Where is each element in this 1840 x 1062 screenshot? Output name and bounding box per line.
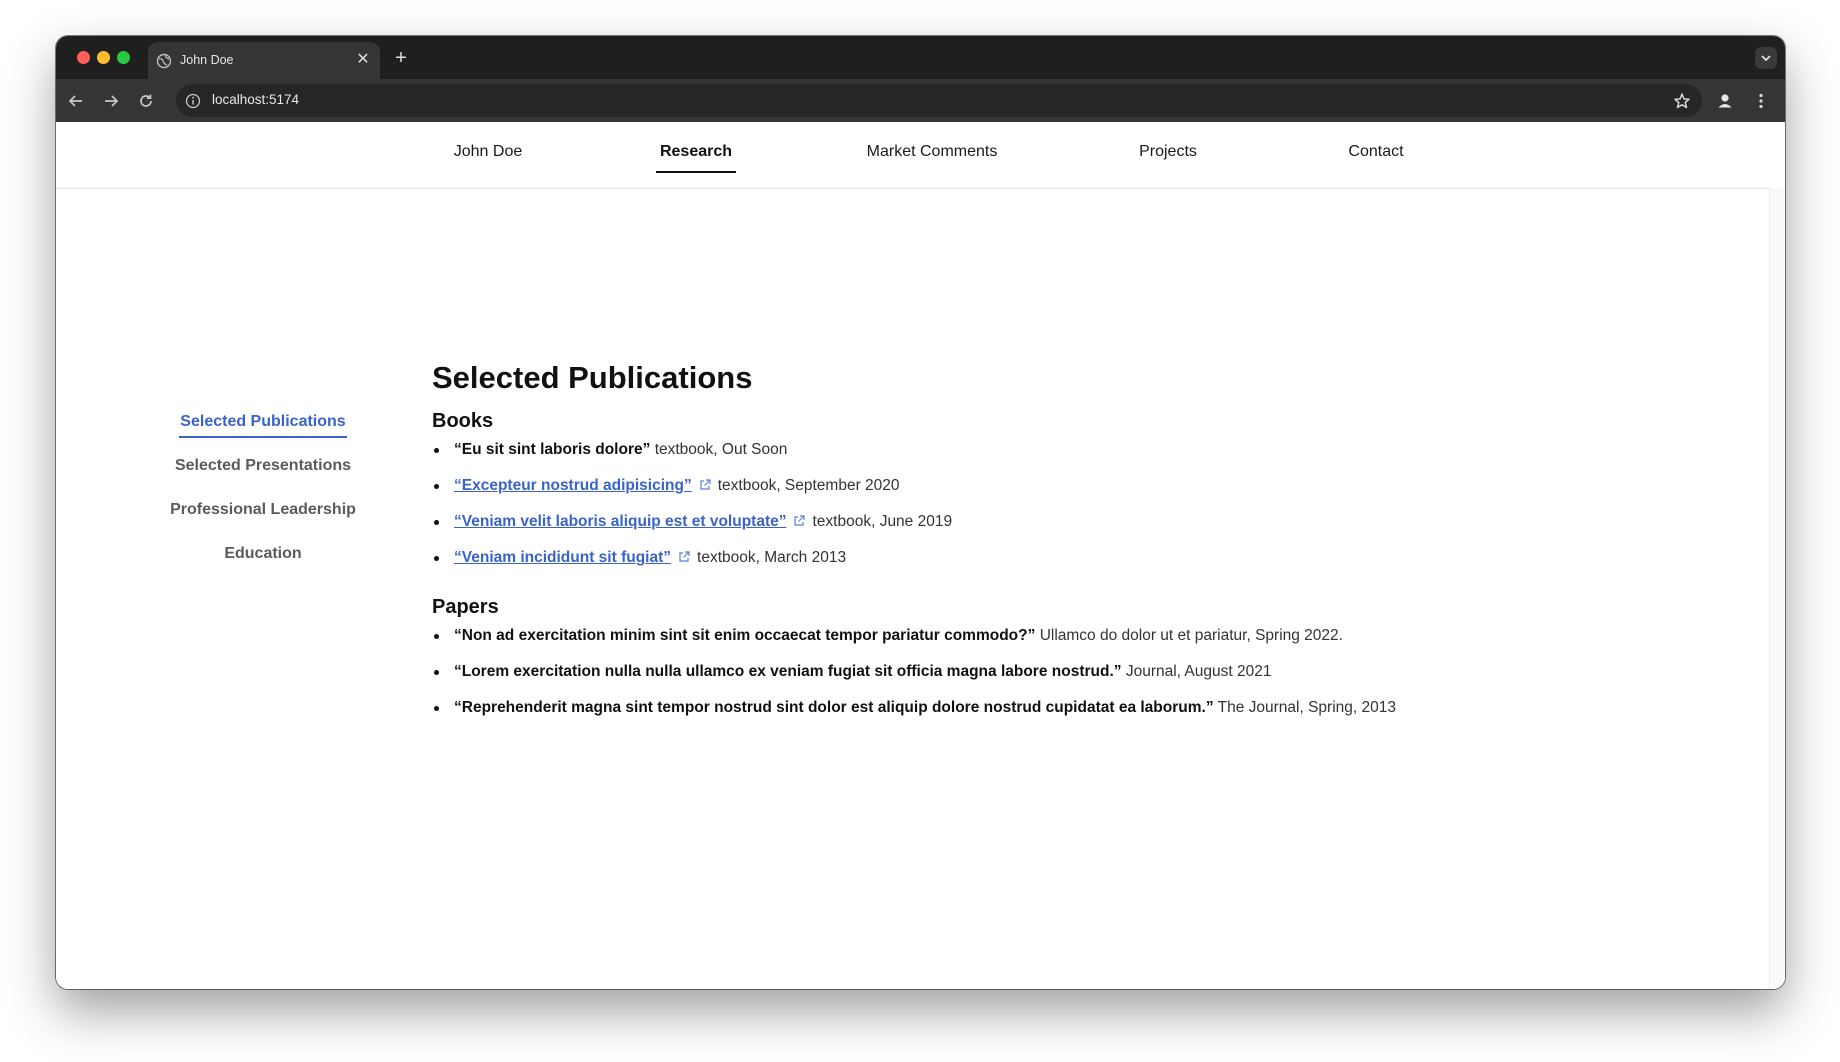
window-minimize-button[interactable] bbox=[97, 51, 110, 64]
nav-link-projects[interactable]: Projects bbox=[1139, 143, 1197, 161]
tab-title: John Doe bbox=[180, 53, 234, 67]
paper-title: “Non ad exercitation minim sint sit enim… bbox=[454, 627, 1036, 644]
list-item: “Reprehenderit magna sint tempor nostrud… bbox=[432, 698, 1532, 734]
paper-meta: Ullamco do dolor ut et pariatur, Spring … bbox=[1039, 627, 1343, 644]
paper-title: “Reprehenderit magna sint tempor nostrud… bbox=[454, 699, 1214, 716]
page-viewport: John Doe Research Market Comments Projec… bbox=[56, 122, 1785, 989]
sidebar-item-education[interactable]: Education bbox=[138, 544, 388, 588]
active-sidebar-underline bbox=[179, 436, 347, 438]
sidebar-item-professional-leadership[interactable]: Professional Leadership bbox=[138, 500, 388, 544]
new-tab-icon[interactable]: + bbox=[390, 48, 412, 70]
forward-arrow-icon[interactable] bbox=[100, 90, 122, 112]
tab-strip: John Doe ✕ + bbox=[56, 36, 1785, 79]
book-meta: textbook, March 2013 bbox=[697, 549, 847, 566]
nav-link-contact[interactable]: Contact bbox=[1348, 143, 1403, 161]
back-arrow-icon[interactable] bbox=[65, 90, 87, 112]
book-title: “Eu sit sint laboris dolore” bbox=[454, 441, 651, 458]
paper-meta: Journal, August 2021 bbox=[1125, 663, 1272, 680]
sidebar-item-label: Selected Publications bbox=[180, 413, 346, 430]
sidebar-item-selected-presentations[interactable]: Selected Presentations bbox=[138, 456, 388, 500]
books-heading: Books bbox=[432, 410, 494, 432]
site-info-icon[interactable] bbox=[184, 92, 202, 110]
bookmark-star-icon[interactable] bbox=[1672, 91, 1692, 111]
nav-link-home[interactable]: John Doe bbox=[454, 143, 523, 161]
main-content: Selected Publications Books “Eu sit sint… bbox=[432, 358, 1532, 734]
address-bar[interactable]: localhost:5174 bbox=[176, 84, 1702, 117]
list-item: “Lorem exercitation nulla nulla ullamco … bbox=[432, 662, 1532, 698]
browser-window: John Doe ✕ + localhost:5174 John Doe Res… bbox=[56, 36, 1785, 989]
external-link-icon bbox=[700, 479, 711, 490]
book-link[interactable]: “Veniam velit laboris aliquip est et vol… bbox=[454, 513, 786, 530]
book-link[interactable]: “Veniam incididunt sit fugiat” bbox=[454, 549, 671, 566]
chevron-down-icon bbox=[1761, 55, 1771, 62]
top-navbar: John Doe Research Market Comments Projec… bbox=[56, 122, 1785, 189]
browser-tab[interactable]: John Doe ✕ bbox=[148, 42, 380, 79]
list-item: “Eu sit sint laboris dolore” textbook, O… bbox=[432, 440, 1532, 476]
profile-icon[interactable] bbox=[1714, 90, 1736, 112]
external-link-icon bbox=[794, 515, 806, 526]
book-meta: textbook, Out Soon bbox=[654, 441, 788, 458]
url-text: localhost:5174 bbox=[212, 92, 300, 107]
paper-meta: The Journal, Spring, 2013 bbox=[1217, 699, 1396, 716]
kebab-menu-icon[interactable] bbox=[1750, 90, 1772, 112]
globe-icon bbox=[156, 53, 172, 69]
books-list: “Eu sit sint laboris dolore” textbook, O… bbox=[432, 440, 1532, 584]
reload-icon[interactable] bbox=[135, 90, 157, 112]
sidebar-item-selected-publications[interactable]: Selected Publications bbox=[138, 412, 388, 456]
active-nav-underline bbox=[656, 171, 736, 173]
section-sidebar: Selected Publications Selected Presentat… bbox=[138, 412, 388, 588]
list-item: “Veniam velit laboris aliquip est et vol… bbox=[432, 512, 1532, 548]
external-link-icon bbox=[679, 551, 690, 562]
window-maximize-button[interactable] bbox=[117, 51, 130, 64]
nav-link-research[interactable]: Research bbox=[660, 143, 732, 161]
papers-list: “Non ad exercitation minim sint sit enim… bbox=[432, 626, 1532, 734]
book-link[interactable]: “Excepteur nostrud adipisicing” bbox=[454, 477, 692, 494]
list-item: “Excepteur nostrud adipisicing” textbook,… bbox=[432, 476, 1532, 512]
page-title: Selected Publications bbox=[432, 360, 753, 395]
list-item: “Non ad exercitation minim sint sit enim… bbox=[432, 626, 1532, 662]
page-scrollbar[interactable] bbox=[1769, 188, 1785, 989]
book-meta: textbook, September 2020 bbox=[717, 477, 900, 494]
nav-link-market-comments[interactable]: Market Comments bbox=[867, 143, 998, 161]
list-item: “Veniam incididunt sit fugiat” textbook, … bbox=[432, 548, 1532, 584]
close-tab-icon[interactable]: ✕ bbox=[354, 51, 372, 69]
papers-heading: Papers bbox=[432, 596, 499, 618]
window-close-button[interactable] bbox=[77, 51, 90, 64]
paper-title: “Lorem exercitation nulla nulla ullamco … bbox=[454, 663, 1122, 680]
tab-search-button[interactable] bbox=[1755, 47, 1777, 69]
browser-toolbar: localhost:5174 bbox=[56, 79, 1785, 122]
book-meta: textbook, June 2019 bbox=[812, 513, 953, 530]
